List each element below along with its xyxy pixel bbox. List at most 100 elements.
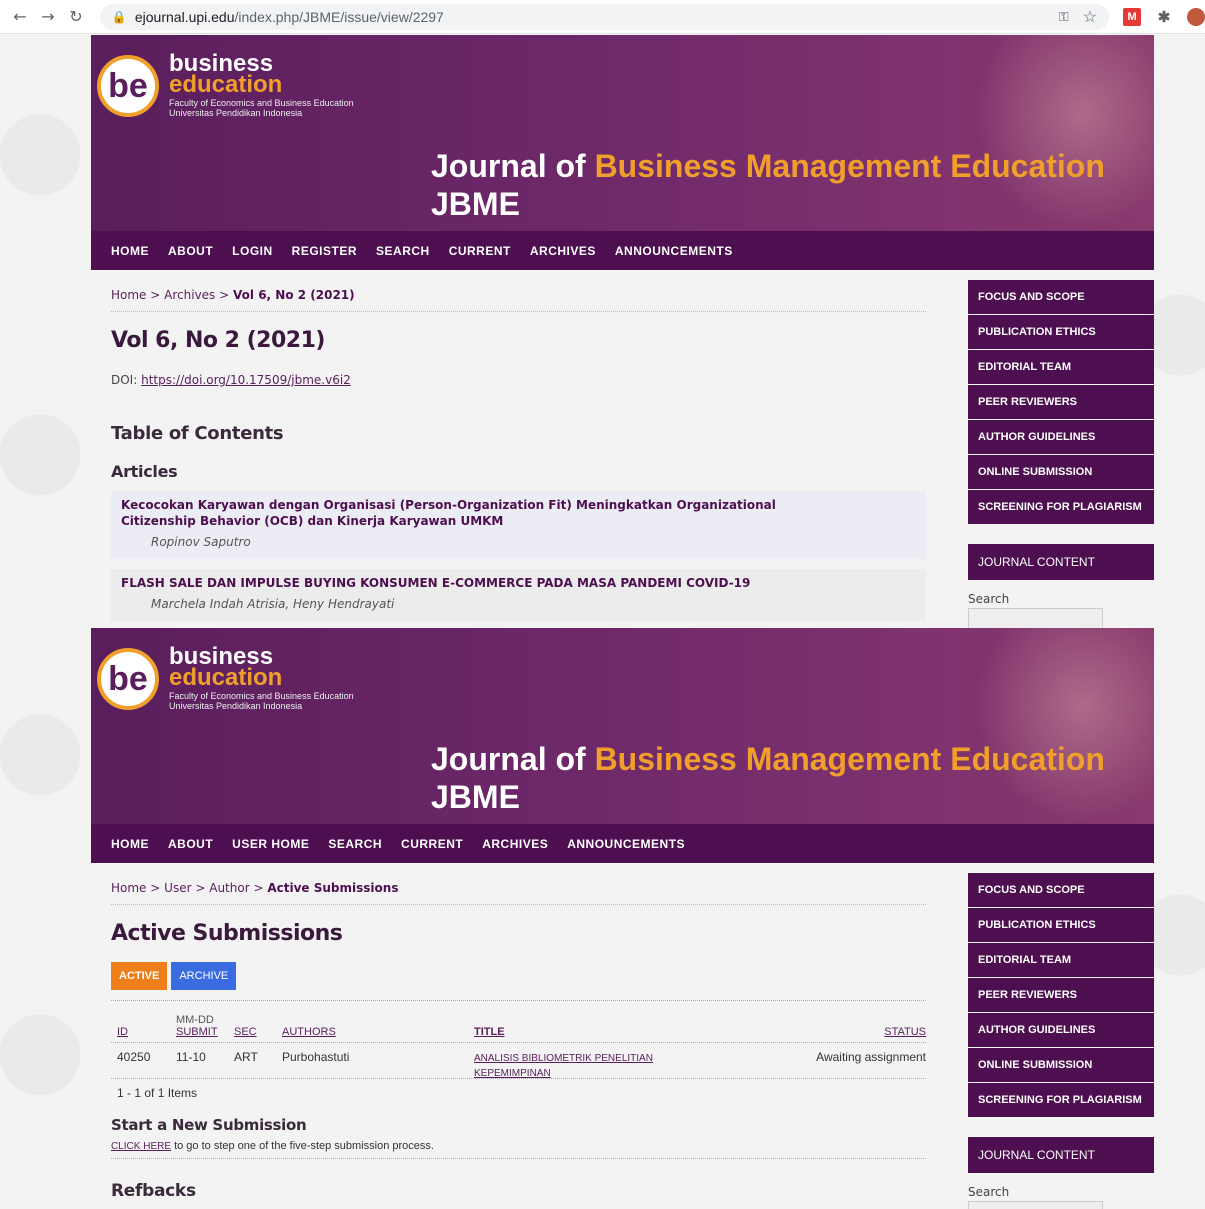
logo-mark[interactable]: be (97, 55, 159, 117)
breadcrumb: Home > Archives > Vol 6, No 2 (2021) (111, 288, 926, 312)
breadcrumb-home[interactable]: Home (111, 881, 146, 895)
lock-icon[interactable]: 🔒 (112, 10, 127, 24)
journal-header: be business education Faculty of Economi… (91, 628, 1154, 824)
article-title[interactable]: FLASH SALE DAN IMPULSE BUYING KONSUMEN E… (121, 575, 916, 591)
column-id[interactable]: ID (117, 1026, 128, 1038)
breadcrumb-current[interactable]: Vol 6, No 2 (2021) (233, 288, 355, 302)
nav-register[interactable]: REGISTER (292, 244, 357, 258)
url-path: /index.php/JBME/issue/view/2297 (234, 8, 444, 25)
row-title-link[interactable]: ANALISIS BIBLIOMETRIK PENELITIAN KEPEMIMP… (474, 1053, 653, 1079)
new-submission-text: CLICK HERE to go to step one of the five… (111, 1140, 926, 1159)
main-nav: HOME ABOUT USER HOME SEARCH CURRENT ARCH… (91, 824, 1154, 863)
logo-line-4: Universitas Pendidikan Indonesia (169, 108, 303, 118)
click-here-link[interactable]: CLICK HERE (111, 1141, 171, 1152)
sidebar-screening-plagiarism[interactable]: SCREENING FOR PLAGIARISM (968, 490, 1154, 524)
article-authors: Marchela Indah Atrisia, Heny Hendrayati (151, 597, 395, 611)
column-sec[interactable]: SEC (234, 1026, 257, 1038)
nav-home[interactable]: HOME (111, 244, 149, 258)
breadcrumb-archives[interactable]: Archives (164, 288, 215, 302)
breadcrumb-current[interactable]: Active Submissions (267, 881, 398, 895)
nav-announcements[interactable]: ANNOUNCEMENTS (567, 837, 685, 851)
column-authors[interactable]: AUTHORS (282, 1026, 336, 1038)
row-status: Awaiting assignment (816, 1050, 926, 1064)
sidebar-focus-scope[interactable]: FOCUS AND SCOPE (968, 873, 1154, 907)
main-content: Home > User > Author > Active Submission… (111, 863, 926, 1201)
breadcrumb-separator: > (195, 881, 206, 895)
search-input[interactable] (968, 608, 1103, 628)
article-title-line2: Citizenship Behavior (OCB) dan Kinerja K… (121, 514, 504, 528)
article-item: Kecocokan Karyawan dengan Organisasi (Pe… (111, 491, 926, 559)
sidebar: FOCUS AND SCOPE PUBLICATION ETHICS EDITO… (968, 280, 1154, 628)
article-item: FLASH SALE DAN IMPULSE BUYING KONSUMEN E… (111, 569, 926, 621)
table-row: 40250 11-10 ART Purbohastuti ANALISIS BI… (111, 1043, 926, 1079)
tab-archive[interactable]: ARCHIVE (171, 962, 237, 990)
star-icon[interactable]: ☆ (1083, 7, 1097, 27)
journal-content-heading: JOURNAL CONTENT (968, 544, 1154, 580)
breadcrumb-author[interactable]: Author (209, 881, 249, 895)
row-id: 40250 (117, 1050, 151, 1064)
column-submit[interactable]: SUBMIT (176, 1026, 218, 1038)
back-icon[interactable]: ← (6, 7, 34, 26)
row-title-line1: ANALISIS BIBLIOMETRIK PENELITIAN (474, 1053, 653, 1064)
sidebar-author-guidelines[interactable]: AUTHOR GUIDELINES (968, 1013, 1154, 1047)
column-title[interactable]: TITLE (474, 1026, 505, 1038)
sidebar-focus-scope[interactable]: FOCUS AND SCOPE (968, 280, 1154, 314)
nav-archives[interactable]: ARCHIVES (530, 244, 596, 258)
nav-archives[interactable]: ARCHIVES (482, 837, 548, 851)
logo-mark[interactable]: be (97, 648, 159, 710)
breadcrumb-home[interactable]: Home (111, 288, 146, 302)
forward-icon[interactable]: → (34, 7, 62, 26)
extension-icon[interactable]: M (1123, 7, 1142, 26)
address-bar[interactable]: 🔒 ejournal.upi.edu/index.php/JBME/issue/… (99, 3, 1110, 30)
nav-user-home[interactable]: USER HOME (232, 837, 309, 851)
search-label: Search (968, 1185, 1010, 1199)
reload-icon[interactable]: ↻ (62, 7, 90, 26)
column-date-top: MM-DD (176, 1014, 214, 1026)
search-input[interactable] (968, 1201, 1103, 1209)
sidebar-peer-reviewers[interactable]: PEER REVIEWERS (968, 978, 1154, 1012)
nav-login[interactable]: LOGIN (232, 244, 273, 258)
submission-tabs: ACTIVE ARCHIVE (111, 962, 926, 990)
breadcrumb: Home > User > Author > Active Submission… (111, 881, 926, 905)
nav-current[interactable]: CURRENT (449, 244, 511, 258)
breadcrumb-user[interactable]: User (164, 881, 191, 895)
logo-line-4: Universitas Pendidikan Indonesia (169, 701, 303, 711)
sidebar-publication-ethics[interactable]: PUBLICATION ETHICS (968, 908, 1154, 942)
nav-about[interactable]: ABOUT (168, 244, 213, 258)
main-nav: HOME ABOUT LOGIN REGISTER SEARCH CURRENT… (91, 231, 1154, 270)
nav-current[interactable]: CURRENT (401, 837, 463, 851)
sidebar-author-guidelines[interactable]: AUTHOR GUIDELINES (968, 420, 1154, 454)
key-icon[interactable]: ⚿ (1059, 9, 1069, 25)
main-content: Home > Archives > Vol 6, No 2 (2021) Vol… (111, 270, 926, 621)
new-submission-desc: to go to step one of the five-step submi… (171, 1140, 434, 1152)
row-sec: ART (234, 1050, 258, 1064)
nav-announcements[interactable]: ANNOUNCEMENTS (615, 244, 733, 258)
new-submission-heading: Start a New Submission (111, 1116, 307, 1134)
nav-home[interactable]: HOME (111, 837, 149, 851)
sidebar-publication-ethics[interactable]: PUBLICATION ETHICS (968, 315, 1154, 349)
logo-line-3: Faculty of Economics and Business Educat… (169, 98, 354, 108)
tab-active[interactable]: ACTIVE (111, 962, 168, 990)
puzzle-icon[interactable]: ✱ (1155, 8, 1173, 26)
doi-link[interactable]: https://doi.org/10.17509/jbme.v6i2 (141, 373, 351, 387)
submissions-page-screenshot: be business education Faculty of Economi… (0, 628, 1205, 1209)
column-status[interactable]: STATUS (884, 1026, 926, 1038)
nav-search[interactable]: SEARCH (328, 837, 382, 851)
sidebar-peer-reviewers[interactable]: PEER REVIEWERS (968, 385, 1154, 419)
issue-page-screenshot: be business education Faculty of Economi… (0, 35, 1205, 628)
sidebar-editorial-team[interactable]: EDITORIAL TEAM (968, 350, 1154, 384)
article-title[interactable]: Kecocokan Karyawan dengan Organisasi (Pe… (121, 497, 916, 529)
items-count: 1 - 1 of 1 Items (117, 1086, 198, 1100)
profile-icon[interactable] (1187, 7, 1205, 26)
url-host: ejournal.upi.edu (134, 8, 235, 25)
nav-about[interactable]: ABOUT (168, 837, 213, 851)
sidebar-online-submission[interactable]: ONLINE SUBMISSION (968, 455, 1154, 489)
row-title-line2: KEPEMIMPINAN (474, 1068, 551, 1079)
sidebar-screening-plagiarism[interactable]: SCREENING FOR PLAGIARISM (968, 1083, 1154, 1117)
journal-title-part1: Journal of (431, 741, 586, 777)
article-title-line1: Kecocokan Karyawan dengan Organisasi (Pe… (121, 498, 776, 512)
nav-search[interactable]: SEARCH (376, 244, 430, 258)
section-heading: Articles (111, 462, 178, 481)
sidebar-online-submission[interactable]: ONLINE SUBMISSION (968, 1048, 1154, 1082)
sidebar-editorial-team[interactable]: EDITORIAL TEAM (968, 943, 1154, 977)
